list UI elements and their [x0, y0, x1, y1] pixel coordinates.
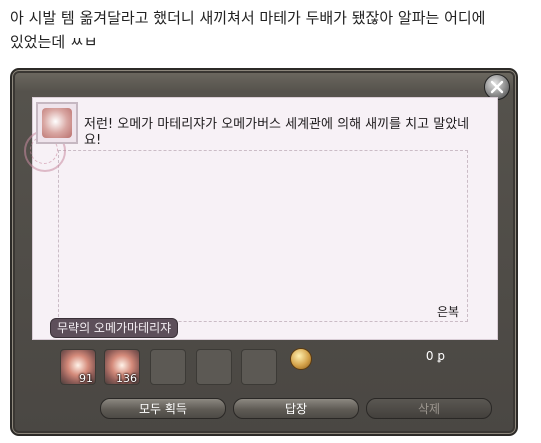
gil-amount: 0 ꝑ [425, 349, 445, 363]
attachment-slot-5[interactable] [241, 349, 277, 385]
delete-button[interactable]: 삭제 [366, 398, 492, 419]
attachment-slot-3[interactable] [150, 349, 186, 385]
stamp-icon [36, 102, 78, 144]
post-line-2: 있었는데 ㅆㅂ [10, 33, 98, 51]
attachment-slot-4[interactable] [196, 349, 232, 385]
letter-signature: 은복 [437, 305, 460, 319]
letter-message: 저런! 오메가 마테리쟈가 오메가버스 세계관에 의해 새끼를 치고 말았네요! [84, 117, 470, 148]
attachment-count: 136 [116, 372, 137, 385]
post-line-1: 아 시발 템 옮겨달라고 했더니 새끼쳐서 마테가 두배가 됐잖아 알파는 어디… [10, 9, 486, 27]
stamp-image [42, 108, 72, 138]
attachment-slot-2[interactable]: 136 [104, 349, 140, 385]
take-all-button[interactable]: 모두 획득 [100, 398, 226, 419]
sender-name: 무략의 오메가마테리쟈 [50, 318, 179, 338]
close-icon [490, 80, 504, 94]
post-text: 아 시발 템 옮겨달라고 했더니 새끼쳐서 마테가 두배가 됐잖아 알파는 어디… [10, 6, 530, 54]
letter-border [58, 150, 468, 322]
attachment-count: 91 [79, 372, 93, 385]
reply-button[interactable]: 답장 [233, 398, 359, 419]
gil-coin-icon [290, 348, 312, 370]
attachment-slot-1[interactable]: 91 [60, 349, 96, 385]
